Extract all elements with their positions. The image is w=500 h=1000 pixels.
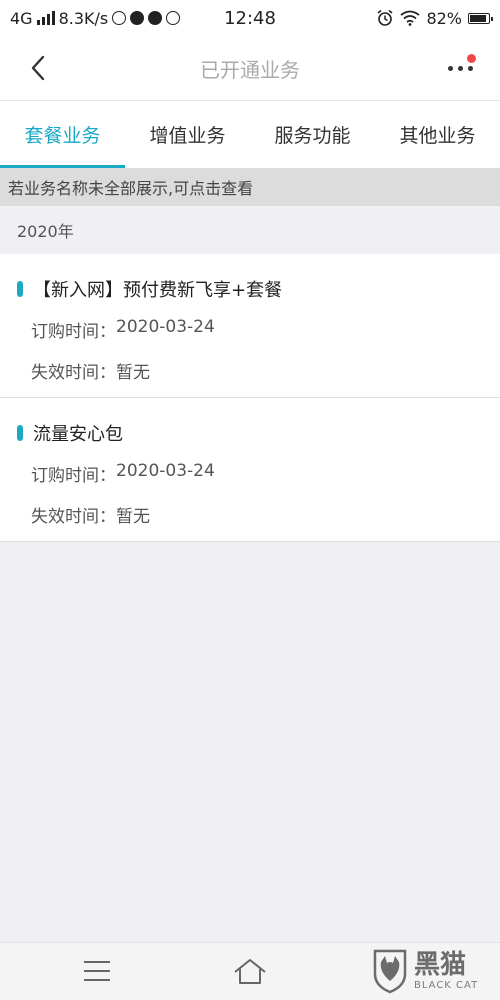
watermark-cn: 黑猫 [414, 949, 467, 980]
expire-time-value: 暂无 [116, 507, 150, 527]
accent-marker [17, 425, 23, 441]
service-title: 【新入网】预付费新飞享+套餐 [17, 276, 282, 302]
home-icon [234, 959, 266, 984]
expire-time-value: 暂无 [116, 363, 150, 383]
battery-icon [468, 12, 493, 24]
tab-package[interactable]: 套餐业务 [0, 101, 125, 168]
watermark: 黑猫 BLACK CAT [372, 942, 500, 1000]
service-name: 流量安心包 [33, 424, 123, 445]
service-title: 流量安心包 [17, 420, 123, 446]
tab-value-added[interactable]: 增值业务 [125, 101, 250, 168]
back-button[interactable] [22, 52, 54, 84]
header: 已开通业务 [0, 36, 500, 100]
clock: 12:48 [224, 8, 276, 29]
year-group-header: 2020年 [0, 206, 500, 254]
order-time-label: 订购时间： [31, 466, 116, 486]
accent-marker [17, 281, 23, 297]
more-button[interactable] [442, 54, 482, 80]
status-bar: 4G 8.3K/s 12:48 82% [0, 0, 500, 36]
service-item[interactable]: 【新入网】预付费新飞享+套餐 订购时间： 2020-03-24 失效时间： 暂无 [0, 254, 500, 398]
tab-bar: 套餐业务 增值业务 服务功能 其他业务 [0, 100, 500, 168]
expire-time-label: 失效时间： [31, 507, 116, 527]
watermark-en: BLACK CAT [414, 979, 479, 991]
expire-time-label: 失效时间： [31, 363, 116, 383]
service-item[interactable]: 流量安心包 订购时间： 2020-03-24 失效时间： 暂无 [0, 398, 500, 542]
menu-icon [84, 961, 110, 981]
more-dots-icon [448, 66, 473, 71]
hint-banner: 若业务名称未全部展示,可点击查看 [0, 168, 500, 206]
order-time-label: 订购时间： [31, 322, 116, 342]
chevron-left-icon [31, 55, 45, 81]
order-time-value: 2020-03-24 [116, 461, 215, 481]
watermark-text: 黑猫 BLACK CAT [414, 952, 478, 991]
order-time-row: 订购时间： 2020-03-24 [31, 461, 215, 486]
home-button[interactable] [232, 957, 268, 987]
order-time-value: 2020-03-24 [116, 317, 215, 337]
expire-time-row: 失效时间： 暂无 [31, 502, 150, 527]
page-title: 已开通业务 [200, 57, 300, 82]
service-name: 【新入网】预付费新飞享+套餐 [33, 280, 283, 301]
black-cat-logo-icon [373, 949, 407, 994]
expire-time-row: 失效时间： 暂无 [31, 358, 150, 383]
tab-other[interactable]: 其他业务 [375, 101, 500, 168]
notification-badge [467, 54, 476, 63]
order-time-row: 订购时间： 2020-03-24 [31, 317, 215, 342]
tab-service-functions[interactable]: 服务功能 [250, 101, 375, 168]
menu-button[interactable] [84, 961, 110, 983]
